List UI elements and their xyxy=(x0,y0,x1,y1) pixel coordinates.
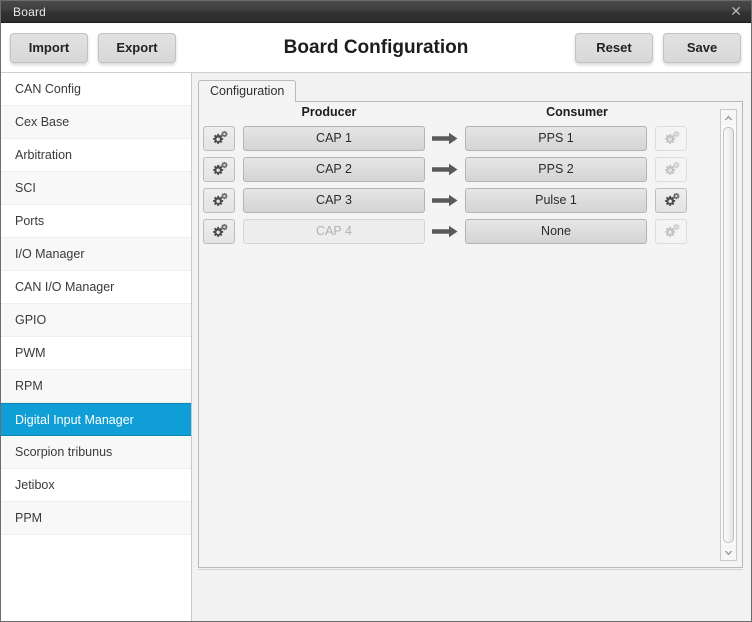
vertical-scrollbar[interactable] xyxy=(720,109,737,561)
gears-settings-icon xyxy=(665,130,680,144)
sidebar-item-ppm[interactable]: PPM xyxy=(1,502,191,535)
consumer-settings-button xyxy=(655,157,687,182)
gears-settings-icon xyxy=(213,223,228,237)
consumer-select-button[interactable]: None xyxy=(465,219,647,244)
arrow-right-icon xyxy=(432,225,458,238)
sidebar-item-can-config[interactable]: CAN Config xyxy=(1,73,191,106)
sidebar-item-cex-base[interactable]: Cex Base xyxy=(1,106,191,139)
window-titlebar: Board ✕ xyxy=(1,1,751,23)
save-button[interactable]: Save xyxy=(663,32,741,63)
sidebar-item-label: I/O Manager xyxy=(15,247,85,261)
chevron-down-icon xyxy=(724,550,733,555)
sidebar-item-gpio[interactable]: GPIO xyxy=(1,304,191,337)
sidebar-item-label: Arbitration xyxy=(15,148,72,162)
sidebar-item-sci[interactable]: SCI xyxy=(1,172,191,205)
sidebar-item-label: SCI xyxy=(15,181,36,195)
scroll-down-button[interactable] xyxy=(721,545,736,560)
sidebar-item-label: GPIO xyxy=(15,313,47,327)
arrow-right-icon xyxy=(432,194,458,207)
sidebar-item-label: Digital Input Manager xyxy=(15,413,134,427)
gears-settings-icon xyxy=(213,161,228,175)
consumer-select-button[interactable]: PPS 2 xyxy=(465,157,647,182)
consumer-select-button[interactable]: PPS 1 xyxy=(465,126,647,151)
column-headers: Producer Consumer xyxy=(199,102,742,120)
tab-strip: Configuration xyxy=(198,80,743,102)
export-button[interactable]: Export xyxy=(98,32,176,63)
gears-settings-icon xyxy=(665,223,680,237)
sidebar-item-i-o-manager[interactable]: I/O Manager xyxy=(1,238,191,271)
producer-settings-button[interactable] xyxy=(203,188,235,213)
mapping-row: CAP 4 None xyxy=(203,216,742,247)
sidebar-item-can-i-o-manager[interactable]: CAN I/O Manager xyxy=(1,271,191,304)
producer-select-button[interactable]: CAP 3 xyxy=(243,188,425,213)
gears-settings-icon xyxy=(213,192,228,206)
producer-settings-button[interactable] xyxy=(203,219,235,244)
header-right-buttons: Reset Save xyxy=(575,32,741,63)
main-panel: Configuration Producer Consumer CAP 1 PPS… xyxy=(192,73,751,621)
column-header-consumer: Consumer xyxy=(546,105,608,119)
arrow-right-icon xyxy=(432,163,458,176)
producer-settings-button[interactable] xyxy=(203,157,235,182)
producer-settings-button[interactable] xyxy=(203,126,235,151)
sidebar-nav: CAN Config Cex Base Arbitration SCI Ports I/O… xyxy=(1,73,192,621)
window-body: CAN Config Cex Base Arbitration SCI Ports I/O… xyxy=(1,73,751,621)
sidebar-item-label: PPM xyxy=(15,511,43,525)
header-left-buttons: Import Export xyxy=(10,32,176,63)
gears-settings-icon xyxy=(213,130,228,144)
status-area xyxy=(198,569,743,621)
window-title: Board xyxy=(13,4,47,19)
sidebar-item-label: CAN Config xyxy=(15,82,81,96)
gears-settings-icon xyxy=(665,192,680,206)
producer-select-button[interactable]: CAP 1 xyxy=(243,126,425,151)
sidebar-item-label: CAN I/O Manager xyxy=(15,280,115,294)
scrollbar-thumb[interactable] xyxy=(723,127,734,543)
close-icon[interactable]: ✕ xyxy=(727,5,745,19)
import-button[interactable]: Import xyxy=(10,32,88,63)
consumer-settings-button xyxy=(655,126,687,151)
consumer-settings-button[interactable] xyxy=(655,188,687,213)
mapping-rows: CAP 1 PPS 1 CAP 2 PPS 2 CAP 3 Pulse 1 CAP 4 Non… xyxy=(199,120,742,247)
consumer-select-button[interactable]: Pulse 1 xyxy=(465,188,647,213)
sidebar-item-ports[interactable]: Ports xyxy=(1,205,191,238)
sidebar-item-digital-input-manager[interactable]: Digital Input Manager xyxy=(1,403,191,436)
header-toolbar: Board Configuration Import Export Reset … xyxy=(1,23,751,73)
sidebar-item-pwm[interactable]: PWM xyxy=(1,337,191,370)
producer-select-button: CAP 4 xyxy=(243,219,425,244)
column-header-producer: Producer xyxy=(301,105,357,119)
arrow-right-icon xyxy=(425,132,465,145)
sidebar-item-label: Cex Base xyxy=(15,115,70,129)
chevron-up-icon xyxy=(724,115,733,120)
mapping-row: CAP 3 Pulse 1 xyxy=(203,185,742,216)
sidebar-item-label: PWM xyxy=(15,346,46,360)
sidebar-item-rpm[interactable]: RPM xyxy=(1,370,191,403)
configuration-panel: Producer Consumer CAP 1 PPS 1 CAP 2 PPS 2 CA… xyxy=(198,101,743,568)
sidebar-item-label: RPM xyxy=(15,379,43,393)
arrow-right-icon xyxy=(425,225,465,238)
scroll-up-button[interactable] xyxy=(721,110,736,125)
producer-select-button[interactable]: CAP 2 xyxy=(243,157,425,182)
sidebar-item-arbitration[interactable]: Arbitration xyxy=(1,139,191,172)
gears-settings-icon xyxy=(665,161,680,175)
consumer-settings-button xyxy=(655,219,687,244)
arrow-right-icon xyxy=(432,132,458,145)
arrow-right-icon xyxy=(425,194,465,207)
scrollbar-track[interactable] xyxy=(721,125,736,545)
sidebar-item-label: Scorpion tribunus xyxy=(15,445,113,459)
mapping-row: CAP 1 PPS 1 xyxy=(203,123,742,154)
tab-configuration[interactable]: Configuration xyxy=(198,80,297,102)
sidebar-item-scorpion-tribunus[interactable]: Scorpion tribunus xyxy=(1,436,191,469)
mapping-row: CAP 2 PPS 2 xyxy=(203,154,742,185)
sidebar-item-jetibox[interactable]: Jetibox xyxy=(1,469,191,502)
arrow-right-icon xyxy=(425,163,465,176)
sidebar-item-label: Ports xyxy=(15,214,45,228)
sidebar-item-label: Jetibox xyxy=(15,478,55,492)
board-configuration-window: Board ✕ Board Configuration Import Expor… xyxy=(0,0,752,622)
reset-button[interactable]: Reset xyxy=(575,32,653,63)
